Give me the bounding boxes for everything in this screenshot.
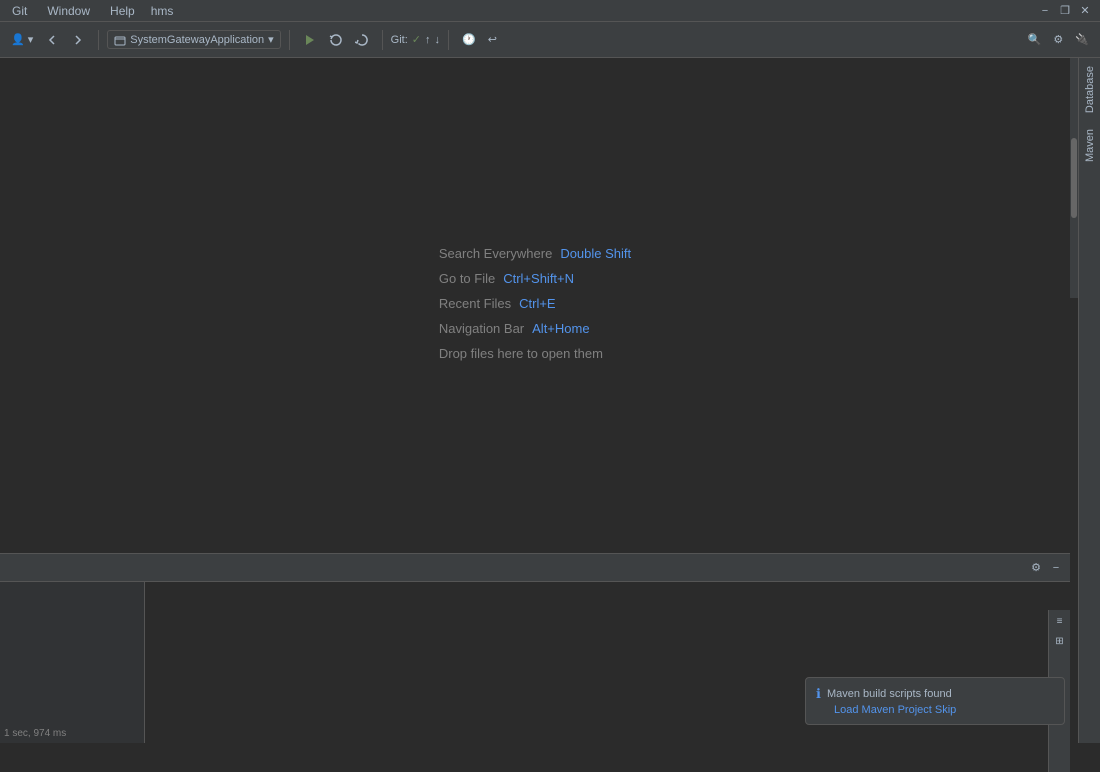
hint-search-everywhere: Search Everywhere Double Shift bbox=[439, 246, 631, 261]
bp-side-btn-1[interactable]: ≡ bbox=[1051, 612, 1069, 630]
maven-notification-header: ℹ Maven build scripts found bbox=[816, 686, 1054, 702]
goto-file-shortcut: Ctrl+Shift+N bbox=[503, 271, 574, 286]
toolbar-left: 👤 ▾ bbox=[6, 28, 90, 52]
reload-icon bbox=[329, 33, 343, 47]
maven-notification: ℹ Maven build scripts found Load Maven P… bbox=[805, 677, 1065, 725]
search-button[interactable]: 🔍 bbox=[1023, 28, 1047, 52]
project-label: SystemGatewayApplication bbox=[130, 34, 264, 46]
bottom-panel-header: ⚙ − bbox=[0, 554, 1070, 582]
project-icon bbox=[114, 34, 126, 46]
bottom-left-panel: 1 sec, 974 ms bbox=[0, 582, 145, 743]
search-everywhere-label: Search Everywhere bbox=[439, 246, 552, 261]
git-status: Git: ✓ ↑ ↓ bbox=[391, 33, 440, 46]
hint-goto-file: Go to File Ctrl+Shift+N bbox=[439, 271, 631, 286]
bottom-panel-minimize[interactable]: − bbox=[1048, 560, 1064, 576]
toolbar-separator-4 bbox=[448, 30, 449, 50]
info-icon: ℹ bbox=[816, 686, 821, 702]
run-button[interactable] bbox=[298, 28, 322, 52]
bp-side-btn-2[interactable]: ⊞ bbox=[1051, 632, 1069, 650]
bottom-panel-settings[interactable]: ⚙ bbox=[1028, 560, 1044, 576]
rerun-button[interactable] bbox=[350, 28, 374, 52]
hint-navigation-bar: Navigation Bar Alt+Home bbox=[439, 321, 631, 336]
maven-notification-link[interactable]: Load Maven Project Skip bbox=[816, 704, 1054, 716]
menu-git[interactable]: Git bbox=[8, 2, 31, 20]
title-bar-left: Git Window Help hms bbox=[8, 2, 173, 20]
recent-files-shortcut: Ctrl+E bbox=[519, 296, 555, 311]
hint-panel: Search Everywhere Double Shift Go to Fil… bbox=[439, 246, 631, 361]
menu-window[interactable]: Window bbox=[43, 2, 94, 20]
nav-forward-button[interactable] bbox=[66, 28, 90, 52]
history-button[interactable]: 🕐 bbox=[457, 28, 481, 52]
settings-button[interactable]: ⚙ bbox=[1048, 28, 1068, 52]
toolbar-right: 🔍 ⚙ 🔌 bbox=[1023, 28, 1094, 52]
git-check-icon: ✓ bbox=[412, 33, 421, 46]
toolbar-separator-2 bbox=[289, 30, 290, 50]
menu-help[interactable]: Help bbox=[106, 2, 139, 20]
user-button[interactable]: 👤 ▾ bbox=[6, 28, 38, 52]
navigation-bar-label: Navigation Bar bbox=[439, 321, 524, 336]
drop-files-label: Drop files here to open them bbox=[439, 346, 603, 361]
main-editor-area: Search Everywhere Double Shift Go to Fil… bbox=[0, 58, 1070, 548]
toolbar-separator-1 bbox=[98, 30, 99, 50]
close-button[interactable]: ✕ bbox=[1078, 4, 1092, 18]
plugin-button[interactable]: 🔌 bbox=[1070, 28, 1094, 52]
reload-button[interactable] bbox=[324, 28, 348, 52]
recent-files-label: Recent Files bbox=[439, 296, 511, 311]
run-controls bbox=[298, 28, 374, 52]
sidebar-tab-maven[interactable]: Maven bbox=[1081, 121, 1099, 170]
run-icon bbox=[303, 33, 317, 47]
maven-notification-title-text: Maven build scripts found bbox=[827, 688, 952, 700]
nav-back-button[interactable] bbox=[40, 28, 64, 52]
project-selector[interactable]: SystemGatewayApplication ▾ bbox=[107, 30, 280, 49]
right-sidebar: Database Maven bbox=[1078, 58, 1100, 743]
dropdown-arrow: ▾ bbox=[28, 33, 34, 46]
goto-file-label: Go to File bbox=[439, 271, 495, 286]
window-controls: − ❐ ✕ bbox=[1038, 4, 1092, 18]
search-everywhere-shortcut: Double Shift bbox=[560, 246, 631, 261]
navigation-bar-shortcut: Alt+Home bbox=[532, 321, 589, 336]
bottom-panel-controls: ⚙ − bbox=[1028, 560, 1064, 576]
git-label: Git: bbox=[391, 34, 408, 46]
title-bar-menu: Git Window Help bbox=[8, 2, 139, 20]
right-scrollbar[interactable] bbox=[1070, 58, 1078, 298]
toolbar: 👤 ▾ SystemGatewayApplication ▾ Git bbox=[0, 22, 1100, 58]
git-arrow-down-icon[interactable]: ↓ bbox=[435, 34, 441, 46]
sidebar-tab-database[interactable]: Database bbox=[1081, 58, 1099, 121]
undo-button[interactable]: ↩ bbox=[483, 28, 502, 52]
back-arrow-icon bbox=[45, 33, 59, 47]
minimize-button[interactable]: − bbox=[1038, 4, 1052, 18]
scrollbar-thumb[interactable] bbox=[1071, 138, 1077, 218]
hint-drop-files: Drop files here to open them bbox=[439, 346, 631, 361]
project-dropdown-arrow: ▾ bbox=[268, 33, 274, 46]
restore-button[interactable]: ❐ bbox=[1058, 4, 1072, 18]
user-icon: 👤 bbox=[11, 33, 25, 46]
time-label: 1 sec, 974 ms bbox=[4, 728, 140, 739]
forward-arrow-icon bbox=[71, 33, 85, 47]
hint-recent-files: Recent Files Ctrl+E bbox=[439, 296, 631, 311]
toolbar-separator-3 bbox=[382, 30, 383, 50]
app-title: hms bbox=[151, 4, 174, 18]
git-arrow-up-icon[interactable]: ↑ bbox=[425, 34, 431, 46]
rerun-icon bbox=[355, 33, 369, 47]
toolbar-actions: 🕐 ↩ bbox=[457, 28, 502, 52]
title-bar: Git Window Help hms − ❐ ✕ bbox=[0, 0, 1100, 22]
